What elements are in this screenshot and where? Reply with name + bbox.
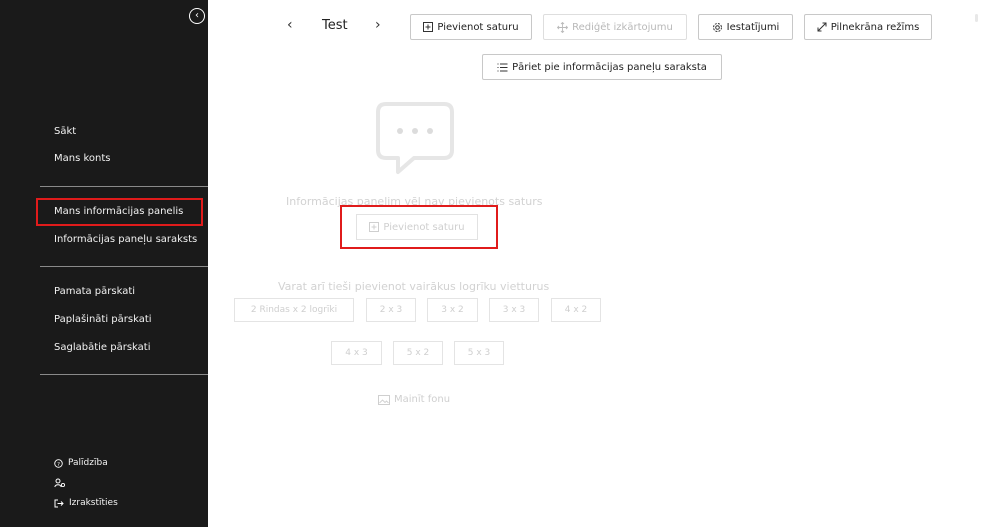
scrollbar-handle[interactable] — [975, 14, 978, 22]
sidebar-item-start[interactable]: Sākt — [54, 126, 76, 137]
sidebar-item-logout[interactable]: Izrakstīties — [54, 498, 118, 508]
edit-layout-label: Rediģēt izkārtojumu — [572, 21, 673, 33]
placeholder-intro-text: Varat arī tieši pievienot vairākus logrī… — [278, 280, 550, 293]
chat-bubble-icon — [376, 102, 454, 174]
sidebar-item-users[interactable] — [54, 478, 66, 488]
sidebar-divider — [40, 374, 208, 375]
grid-option-5x2[interactable]: 5 x 2 — [393, 341, 443, 365]
change-background-label: Mainīt fonu — [394, 394, 451, 405]
grid-option-3x3[interactable]: 3 x 3 — [489, 298, 539, 322]
grid-option-5x3[interactable]: 5 x 3 — [454, 341, 504, 365]
sidebar-item-advanced-reports[interactable]: Paplašināti pārskati — [54, 314, 152, 325]
add-content-toolbar-button[interactable]: Pievienot saturu — [410, 14, 532, 40]
grid-option-2x2[interactable]: 2 Rindas x 2 logrīki — [234, 298, 354, 322]
fullscreen-label: Pilnekrāna režīms — [830, 21, 920, 33]
plus-square-icon — [423, 22, 434, 32]
next-dashboard-icon[interactable]: › — [375, 17, 381, 33]
fullscreen-button[interactable]: Pilnekrāna režīms — [804, 14, 932, 40]
list-icon — [497, 63, 508, 71]
grid-option-3x2[interactable]: 3 x 2 — [427, 298, 478, 322]
sidebar-item-basic-reports[interactable]: Pamata pārskati — [54, 286, 135, 297]
grid-option-4x3[interactable]: 4 x 3 — [331, 341, 382, 365]
previous-dashboard-icon[interactable]: ‹ — [287, 17, 293, 33]
go-to-list-label: Pāriet pie informācijas paneļu saraksta — [512, 61, 707, 73]
sidebar-item-dashboard-list[interactable]: Informācijas paneļu saraksts — [54, 234, 197, 245]
settings-label: Iestatījumi — [726, 21, 780, 33]
sidebar-item-help[interactable]: ? Palīdzība — [54, 458, 108, 468]
logout-icon — [54, 499, 64, 507]
collapse-sidebar-icon[interactable]: ‹ — [189, 8, 205, 24]
sidebar-divider — [40, 186, 208, 187]
image-icon — [378, 394, 390, 405]
help-label: Palīdzība — [68, 458, 108, 468]
sidebar: ‹ Sākt Mans konts Mans informācijas pane… — [0, 0, 208, 527]
expand-icon — [817, 22, 827, 32]
users-settings-icon — [54, 478, 66, 488]
svg-text:?: ? — [57, 461, 60, 467]
add-content-highlight — [340, 205, 498, 249]
change-background-link[interactable]: Mainīt fonu — [378, 394, 450, 405]
sidebar-item-my-account[interactable]: Mans konts — [54, 153, 111, 164]
help-icon: ? — [54, 458, 63, 467]
go-to-dashboard-list-button[interactable]: Pāriet pie informācijas paneļu saraksta — [482, 54, 722, 80]
sidebar-divider — [40, 266, 208, 267]
edit-layout-button[interactable]: Rediģēt izkārtojumu — [543, 14, 687, 40]
grid-option-2x3[interactable]: 2 x 3 — [366, 298, 416, 322]
grid-option-4x2[interactable]: 4 x 2 — [551, 298, 601, 322]
logout-label: Izrakstīties — [69, 498, 118, 508]
settings-button[interactable]: Iestatījumi — [698, 14, 793, 40]
dashboard-title: Test — [322, 18, 348, 33]
move-arrows-icon — [557, 21, 569, 33]
active-item-highlight — [36, 198, 203, 226]
sidebar-item-saved-reports[interactable]: Saglabātie pārskati — [54, 342, 150, 353]
add-content-toolbar-label: Pievienot saturu — [437, 21, 519, 33]
gear-icon — [712, 22, 722, 32]
